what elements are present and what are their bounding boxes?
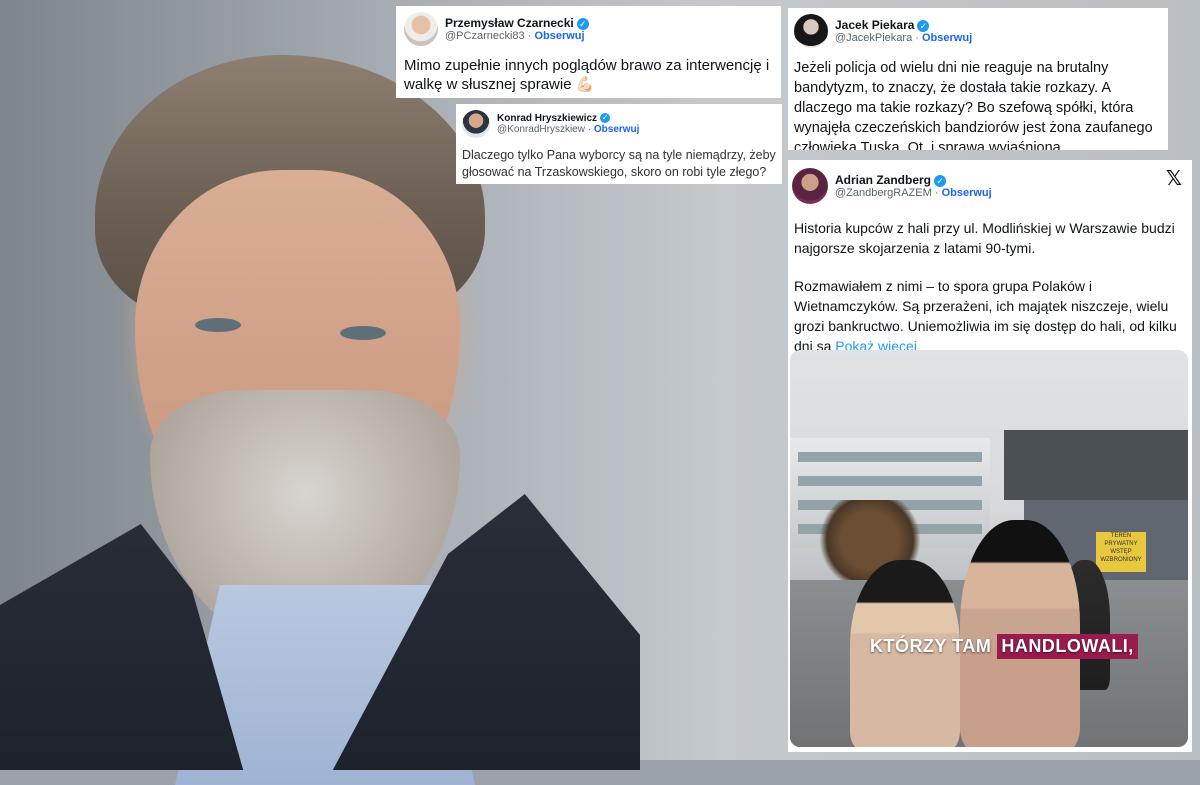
tweet-text: Mimo zupełnie innych poglądów brawo za i…	[404, 57, 770, 93]
tweet-text: Dlaczego tylko Pana wyborcy są na tyle n…	[462, 148, 776, 179]
x-logo-icon[interactable]: 𝕏	[1166, 166, 1182, 191]
portrait-eye-right	[340, 326, 386, 340]
author-handle[interactable]: @JacekPiekara	[835, 32, 912, 44]
tweet-card-piekara: Jacek Piekara ✓ @JacekPiekara · Obserwuj …	[788, 8, 1168, 150]
tweet-video[interactable]: TEREN PRYWATNY WSTĘP WZBRONIONY KTÓRZY T…	[790, 350, 1188, 747]
author-name[interactable]: Adrian Zandberg	[835, 173, 931, 187]
tweet-card-zandberg: 𝕏 Adrian Zandberg ✓ @ZandbergRAZEM · Obse…	[788, 160, 1192, 752]
separator-dot: ·	[527, 30, 532, 42]
author-handle[interactable]: @KonradHryszkiew	[497, 124, 585, 135]
tweet-card-hryszkiewicz: Konrad Hryszkiewicz ✓ @KonradHryszkiew · …	[456, 104, 782, 184]
tweet-header: Konrad Hryszkiewicz ✓ @KonradHryszkiew · …	[462, 110, 776, 138]
video-building-right	[1004, 430, 1188, 500]
avatar[interactable]	[792, 168, 828, 204]
author-name[interactable]: Jacek Piekara	[835, 18, 914, 32]
separator-dot: ·	[915, 32, 919, 44]
follow-button[interactable]: Obserwuj	[942, 187, 992, 199]
avatar[interactable]	[794, 14, 828, 48]
verified-badge-icon: ✓	[576, 17, 589, 30]
tweet-header: Przemysław Czarnecki ✓ @PCzarnecki83 · Ob…	[404, 12, 773, 46]
follow-button[interactable]: Obserwuj	[534, 30, 584, 42]
verified-badge-icon: ✓	[600, 113, 611, 124]
verified-badge-icon: ✓	[934, 174, 947, 187]
author-name[interactable]: Konrad Hryszkiewicz	[497, 113, 597, 124]
follow-button[interactable]: Obserwuj	[922, 32, 972, 44]
avatar[interactable]	[462, 110, 490, 138]
avatar[interactable]	[404, 12, 438, 46]
author-handle[interactable]: @PCzarnecki83	[445, 30, 525, 42]
tweet-card-czarnecki: Przemysław Czarnecki ✓ @PCzarnecki83 · Ob…	[396, 6, 781, 98]
video-caption-plain: KTÓRZY TAM	[870, 636, 992, 656]
portrait-eye-left	[195, 318, 241, 332]
video-sign: TEREN PRYWATNY WSTĘP WZBRONIONY	[1096, 532, 1146, 572]
tweet-paragraph-1: Historia kupców z hali przy ul. Modlińsk…	[794, 220, 1175, 256]
video-caption-highlight: HANDLOWALI,	[997, 634, 1138, 659]
separator-dot: ·	[934, 187, 939, 199]
author-name[interactable]: Przemysław Czarnecki	[445, 16, 574, 30]
follow-button[interactable]: Obserwuj	[594, 124, 640, 135]
tweet-header: Adrian Zandberg ✓ @ZandbergRAZEM · Obserw…	[792, 168, 1188, 204]
author-handle[interactable]: @ZandbergRAZEM	[835, 187, 932, 199]
separator-dot: ·	[587, 124, 592, 135]
video-caption: KTÓRZY TAM HANDLOWALI,	[870, 634, 1138, 659]
verified-badge-icon: ✓	[917, 19, 930, 32]
tweet-header: Jacek Piekara ✓ @JacekPiekara · Obserwuj	[794, 14, 1162, 48]
tweet-text: Historia kupców z hali przy ul. Modlińsk…	[792, 218, 1188, 356]
tweet-text: Jeżeli policja od wielu dni nie reaguje …	[794, 60, 1153, 150]
